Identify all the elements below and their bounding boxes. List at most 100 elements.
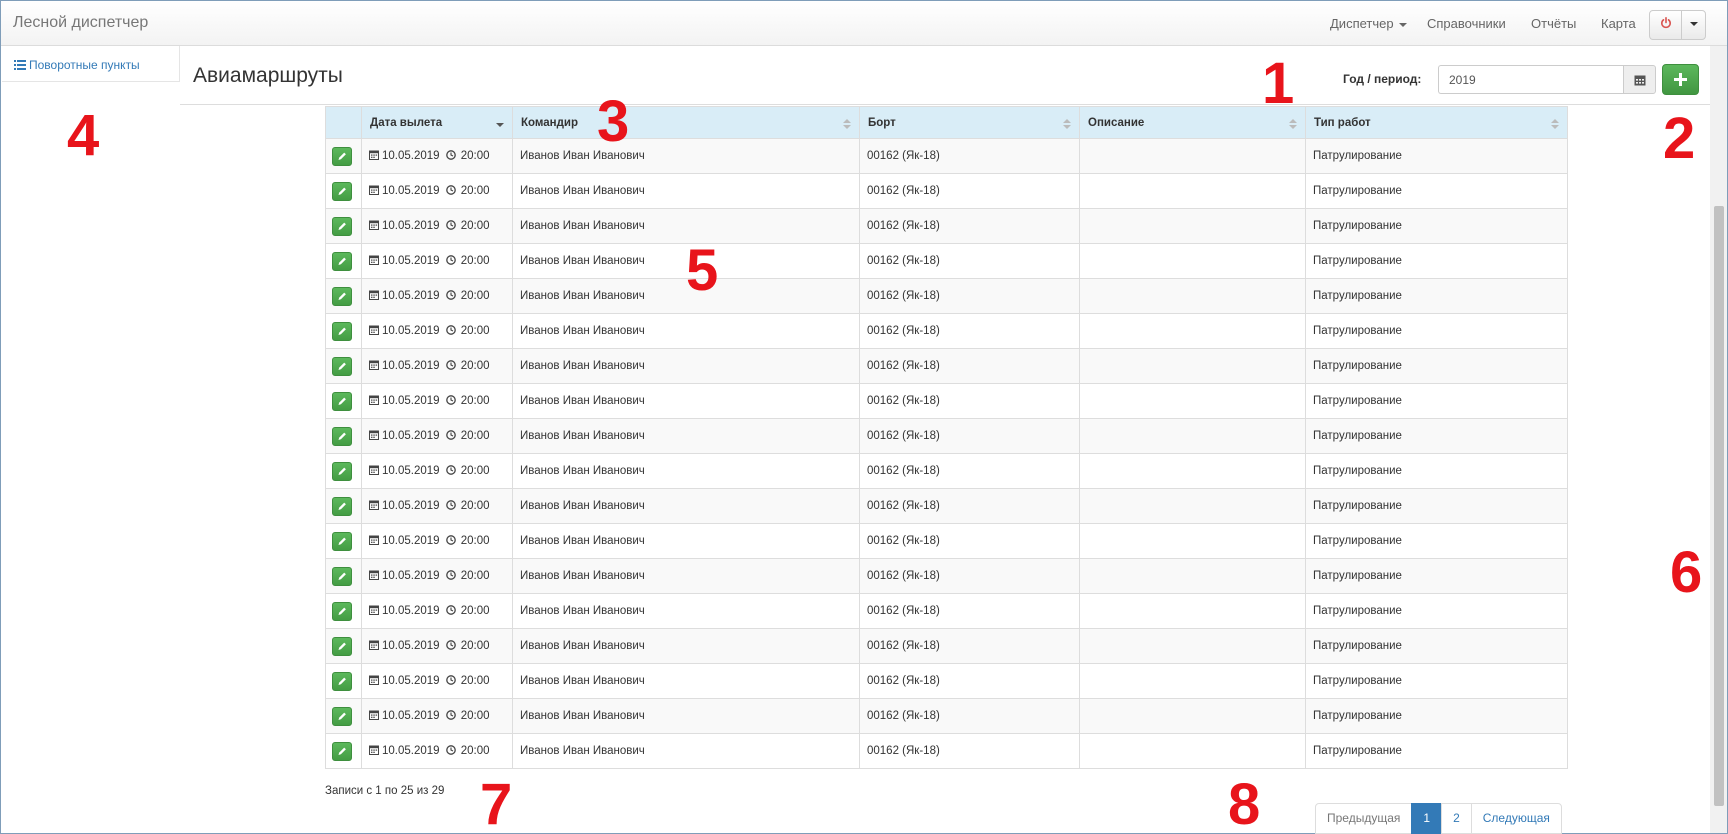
departure-date-cell: 10.05.2019 20:00 [361,243,513,279]
edit-button[interactable] [332,216,352,236]
departure-time: 20:00 [460,255,490,267]
annotation-7: 7 [480,772,513,834]
table-row[interactable]: 10.05.2019 20:00 Иванов Иван Иванович 00… [325,383,1568,419]
edit-button[interactable] [332,251,352,271]
description-cell [1079,593,1306,629]
table-row[interactable]: 10.05.2019 20:00 Иванов Иван Иванович 00… [325,733,1568,769]
pencil-icon [338,257,346,265]
departure-time: 20:00 [460,360,490,372]
table-row[interactable]: 10.05.2019 20:00 Иванов Иван Иванович 00… [325,278,1568,314]
table-row[interactable]: 10.05.2019 20:00 Иванов Иван Иванович 00… [325,208,1568,244]
pagination-prev[interactable]: Предыдущая [1315,803,1413,834]
period-input[interactable] [1438,65,1624,94]
table-row[interactable]: 10.05.2019 20:00 Иванов Иван Иванович 00… [325,313,1568,349]
table-row[interactable]: 10.05.2019 20:00 Иванов Иван Иванович 00… [325,453,1568,489]
edit-button[interactable] [332,321,352,341]
sidebar-item-turning-points[interactable]: Поворотные пункты [2,46,180,82]
nav-reports[interactable]: Отчёты [1531,16,1576,31]
pencil-icon [338,642,346,650]
edit-button[interactable] [332,636,352,656]
edit-button[interactable] [332,426,352,446]
pencil-icon [338,747,346,755]
table-body: 10.05.2019 20:00 Иванов Иван Иванович 00… [325,138,1568,769]
description-cell [1079,628,1306,664]
pagination-page-1[interactable]: 1 [1411,803,1443,834]
edit-button[interactable] [332,741,352,761]
edit-button[interactable] [332,391,352,411]
pencil-icon [338,327,346,335]
clock-icon [445,500,456,510]
nav-map[interactable]: Карта [1601,16,1636,31]
description-cell [1079,663,1306,699]
table-row[interactable]: 10.05.2019 20:00 Иванов Иван Иванович 00… [325,628,1568,664]
calendar-icon [369,395,379,405]
add-route-button[interactable] [1662,64,1699,95]
pagination-page-2[interactable]: 2 [1441,803,1472,834]
departure-time: 20:00 [460,570,490,582]
column-header-board[interactable]: Борт [859,106,1080,139]
departure-date-cell: 10.05.2019 20:00 [361,698,513,734]
annotation-2: 2 [1663,106,1696,171]
description-cell [1079,313,1306,349]
departure-date: 10.05.2019 [382,465,440,477]
board-cell: 00162 (Як-18) [859,593,1080,629]
table-row[interactable]: 10.05.2019 20:00 Иванов Иван Иванович 00… [325,418,1568,454]
edit-cell [325,733,362,769]
pencil-icon [338,432,346,440]
board-cell: 00162 (Як-18) [859,698,1080,734]
edit-button[interactable] [332,566,352,586]
table-row[interactable]: 10.05.2019 20:00 Иванов Иван Иванович 00… [325,663,1568,699]
nav-directories[interactable]: Справочники [1427,16,1506,31]
table-row[interactable]: 10.05.2019 20:00 Иванов Иван Иванович 00… [325,698,1568,734]
edit-cell [325,348,362,384]
board-cell: 00162 (Як-18) [859,278,1080,314]
edit-button[interactable] [332,356,352,376]
column-header-label: Борт [868,116,896,129]
departure-date: 10.05.2019 [382,640,440,652]
description-cell [1079,558,1306,594]
clock-icon [445,675,456,685]
edit-button[interactable] [332,286,352,306]
edit-button[interactable] [332,496,352,516]
commander-cell: Иванов Иван Иванович [512,523,860,559]
edit-button[interactable] [332,146,352,166]
edit-button[interactable] [332,181,352,201]
edit-cell [325,558,362,594]
departure-time: 20:00 [460,150,490,162]
column-header-commander[interactable]: Командир [512,106,860,139]
edit-button[interactable] [332,531,352,551]
edit-cell [325,453,362,489]
logout-button[interactable] [1650,11,1682,39]
table-row[interactable]: 10.05.2019 20:00 Иванов Иван Иванович 00… [325,593,1568,629]
power-menu-toggle[interactable] [1682,11,1706,39]
work-type-cell: Патрулирование [1305,453,1568,489]
edit-button[interactable] [332,671,352,691]
edit-cell [325,278,362,314]
pagination-next[interactable]: Следующая [1470,803,1562,834]
pencil-icon [338,362,346,370]
table-row[interactable]: 10.05.2019 20:00 Иванов Иван Иванович 00… [325,348,1568,384]
departure-time: 20:00 [460,220,490,232]
departure-date-cell: 10.05.2019 20:00 [361,663,513,699]
calendar-icon [1634,75,1645,85]
column-header-work-type[interactable]: Тип работ [1305,106,1568,139]
departure-time: 20:00 [460,640,490,652]
brand-title[interactable]: Лесной диспетчер [13,14,148,32]
table-row[interactable]: 10.05.2019 20:00 Иванов Иван Иванович 00… [325,243,1568,279]
table-row[interactable]: 10.05.2019 20:00 Иванов Иван Иванович 00… [325,488,1568,524]
table-row[interactable]: 10.05.2019 20:00 Иванов Иван Иванович 00… [325,558,1568,594]
departure-time: 20:00 [460,395,490,407]
edit-button[interactable] [332,706,352,726]
calendar-button[interactable] [1623,65,1656,94]
edit-button[interactable] [332,601,352,621]
scrollbar-thumb[interactable] [1714,206,1724,806]
description-cell [1079,698,1306,734]
column-header-label: Тип работ [1314,116,1371,129]
vertical-scrollbar[interactable] [1710,46,1727,833]
table-row[interactable]: 10.05.2019 20:00 Иванов Иван Иванович 00… [325,138,1568,174]
edit-button[interactable] [332,461,352,481]
table-row[interactable]: 10.05.2019 20:00 Иванов Иван Иванович 00… [325,523,1568,559]
column-header-departure-date[interactable]: Дата вылета [361,106,513,139]
nav-dispatcher-dropdown[interactable]: Диспетчер [1330,16,1407,31]
table-row[interactable]: 10.05.2019 20:00 Иванов Иван Иванович 00… [325,173,1568,209]
